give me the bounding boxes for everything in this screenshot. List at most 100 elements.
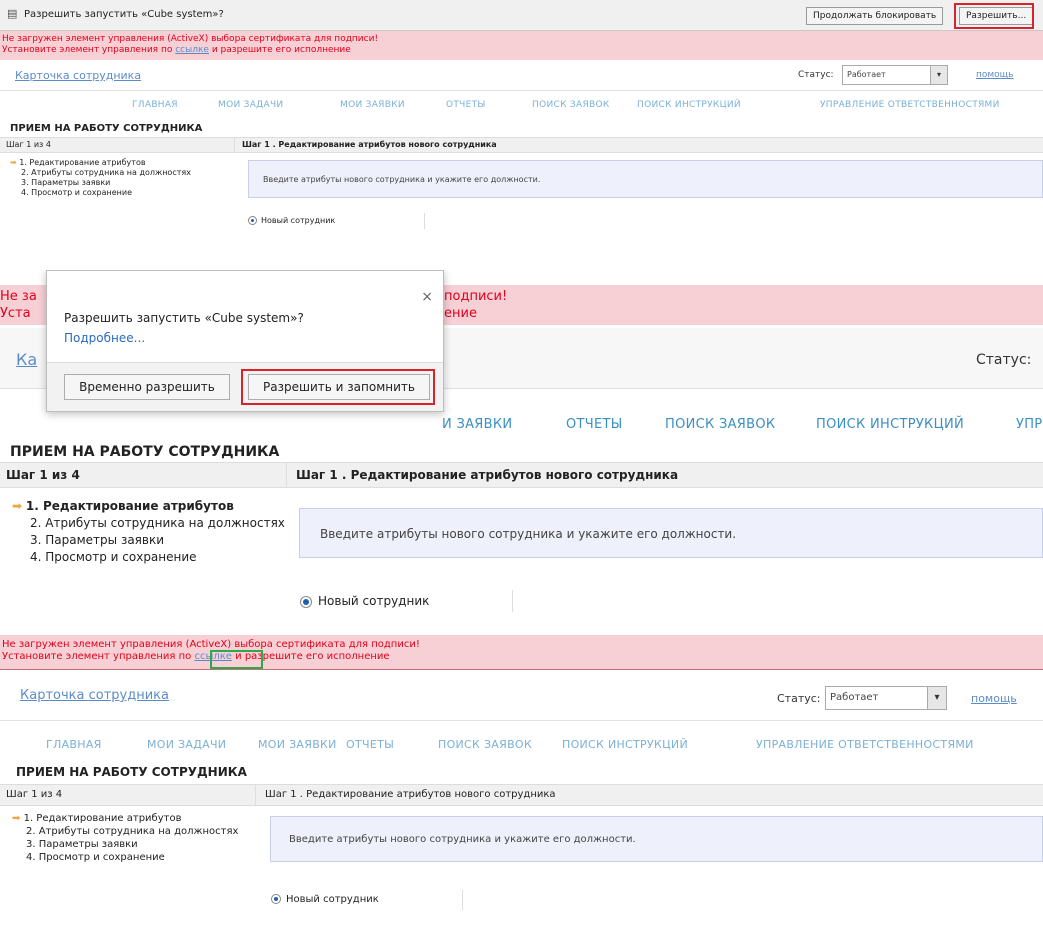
warning-line-2-before: Установите элемент управления по	[2, 45, 173, 55]
step-divider	[255, 785, 256, 805]
arrow-right-icon: ➡	[12, 499, 23, 513]
info-box: Введите атрибуты нового сотрудника и ука…	[299, 508, 1043, 558]
details-link[interactable]: Подробнее...	[64, 331, 145, 345]
card-title-link[interactable]: Ка	[16, 350, 37, 369]
dialog-footer: Временно разрешить Разрешить и запомнить	[47, 362, 443, 411]
nav-search-requests[interactable]: ПОИСК ЗАЯВОК	[532, 100, 610, 110]
plugin-icon: ▤	[7, 7, 18, 20]
card-header: Карточка сотрудника Статус: Работает ▾ п…	[0, 672, 1043, 721]
radio-new-employee[interactable]: Новый сотрудник	[294, 590, 513, 612]
nav-reports[interactable]: ОТЧЕТЫ	[566, 417, 623, 432]
step-heading: Шаг 1 . Редактирование атрибутов нового …	[265, 789, 556, 800]
page-title: ПРИЕМ НА РАБОТУ СОТРУДНИКА	[10, 444, 280, 460]
help-link[interactable]: помощь	[971, 692, 1017, 705]
nav-search-instructions[interactable]: ПОИСК ИНСТРУКЦИЙ	[637, 100, 741, 110]
allow-temporarily-button[interactable]: Временно разрешить	[64, 374, 230, 400]
highlight-frame	[954, 3, 1034, 29]
step-item-3[interactable]: 3. Параметры заявки	[12, 838, 238, 851]
nav-search-requests[interactable]: ПОИСК ЗАЯВОК	[665, 417, 775, 432]
dialog-question: Разрешить запустить «Cube system»?	[64, 311, 304, 325]
step-item-4[interactable]: 4. Просмотр и сохранение	[10, 188, 191, 198]
info-bar-text: Разрешить запустить «Cube system»?	[24, 9, 224, 20]
nav-reports[interactable]: ОТЧЕТЫ	[446, 100, 486, 110]
nav-my-requests[interactable]: МОИ ЗАЯВКИ	[258, 738, 337, 751]
steps-list: ➡ 1. Редактирование атрибутов 2. Атрибут…	[12, 812, 238, 864]
radio-label: Новый сотрудник	[318, 594, 430, 608]
nav-my-requests[interactable]: МОИ ЗАЯВКИ	[340, 100, 405, 110]
step-item-3[interactable]: 3. Параметры заявки	[12, 532, 285, 549]
activex-warning: Не загружен элемент управления (ActiveX)…	[0, 31, 1043, 61]
nav-home[interactable]: ГЛАВНАЯ	[46, 738, 102, 751]
nav-reports[interactable]: ОТЧЕТЫ	[346, 738, 394, 751]
highlight-frame-green	[210, 650, 263, 669]
warning-right-2: ение	[444, 306, 477, 321]
step-item-1[interactable]: ➡ 1. Редактирование атрибутов	[10, 158, 191, 168]
chevron-down-icon: ▾	[927, 687, 946, 709]
panel-top: ▤ Разрешить запустить «Cube system»? Про…	[0, 0, 1043, 250]
steps-list: ➡ 1. Редактирование атрибутов 2. Атрибут…	[12, 498, 285, 566]
main-nav: ГЛАВНАЯ МОИ ЗАДАЧИ МОИ ЗАЯВКИ ОТЧЕТЫ ПОИ…	[0, 100, 1043, 118]
nav-home[interactable]: ГЛАВНАЯ	[132, 100, 178, 110]
step-item-1[interactable]: ➡ 1. Редактирование атрибутов	[12, 498, 285, 515]
step-divider	[286, 463, 287, 487]
radio-selected-icon	[300, 595, 312, 608]
status-select[interactable]: Работает ▾	[825, 686, 947, 710]
main-nav: ГЛАВНАЯ МОИ ЗАДАЧИ МОИ ЗАЯВКИ ОТЧЕТЫ ПОИ…	[0, 738, 1043, 756]
radio-new-employee[interactable]: Новый сотрудник	[244, 213, 425, 229]
radio-label: Новый сотрудник	[261, 216, 336, 225]
radio-selected-icon	[271, 894, 281, 904]
nav-my-tasks[interactable]: МОИ ЗАДАЧИ	[147, 738, 226, 751]
arrow-right-icon: ➡	[12, 813, 21, 824]
step-item-2[interactable]: 2. Атрибуты сотрудника на должностях	[10, 168, 191, 178]
nav-responsibility[interactable]: УПР	[1016, 417, 1042, 432]
warning-left-1: Не за	[0, 289, 37, 304]
step-item-3[interactable]: 3. Параметры заявки	[10, 178, 191, 188]
main-nav-partial: И ЗАЯВКИ ОТЧЕТЫ ПОИСК ЗАЯВОК ПОИСК ИНСТР…	[0, 417, 1043, 437]
warning-line-2-after: и разрешите его исполнение	[211, 45, 351, 55]
warning-line-1: Не загружен элемент управления (ActiveX)…	[2, 639, 420, 650]
nav-responsibility[interactable]: УПРАВЛЕНИЕ ОТВЕТСТВЕННОСТЯМИ	[820, 100, 1000, 110]
nav-search-instructions[interactable]: ПОИСК ИНСТРУКЦИЙ	[816, 417, 964, 432]
warning-left-2: Уста	[0, 306, 31, 321]
nav-my-tasks[interactable]: МОИ ЗАДАЧИ	[218, 100, 283, 110]
step-item-4[interactable]: 4. Просмотр и сохранение	[12, 549, 285, 566]
info-box: Введите атрибуты нового сотрудника и ука…	[270, 816, 1043, 862]
step-item-2[interactable]: 2. Атрибуты сотрудника на должностях	[12, 825, 238, 838]
step-item-4[interactable]: 4. Просмотр и сохранение	[12, 851, 238, 864]
card-title-link[interactable]: Карточка сотрудника	[15, 69, 141, 82]
info-box: Введите атрибуты нового сотрудника и ука…	[248, 160, 1043, 198]
nav-responsibility[interactable]: УПРАВЛЕНИЕ ОТВЕТСТВЕННОСТЯМИ	[756, 738, 974, 751]
install-link[interactable]: ссылке	[175, 45, 209, 55]
step-item-1[interactable]: ➡ 1. Редактирование атрибутов	[12, 812, 238, 825]
help-link[interactable]: помощь	[976, 70, 1013, 80]
arrow-right-icon: ➡	[10, 158, 17, 167]
step-bar: Шаг 1 из 4 Шаг 1 . Редактирование атрибу…	[0, 784, 1043, 806]
nav-search-requests[interactable]: ПОИСК ЗАЯВОК	[438, 738, 532, 751]
warning-right-1: подписи!	[444, 289, 508, 304]
radio-new-employee[interactable]: Новый сотрудник	[266, 890, 463, 910]
permission-dialog: × Разрешить запустить «Cube system»? Под…	[46, 270, 444, 412]
highlight-frame	[241, 369, 435, 405]
nav-search-instructions[interactable]: ПОИСК ИНСТРУКЦИЙ	[562, 738, 688, 751]
steps-list: ➡ 1. Редактирование атрибутов 2. Атрибут…	[10, 158, 191, 198]
card-title-link[interactable]: Карточка сотрудника	[20, 688, 169, 703]
warning-line-1: Не загружен элемент управления (ActiveX)…	[2, 34, 379, 44]
status-value: Работает	[830, 692, 879, 703]
close-icon[interactable]: ×	[421, 289, 433, 305]
panel-middle: Не за Уста подписи! ение Ка Статус: И ЗА…	[0, 270, 1043, 615]
step-counter: Шаг 1 из 4	[6, 140, 51, 149]
step-counter: Шаг 1 из 4	[6, 789, 63, 800]
status-value: Работает	[847, 70, 886, 79]
activex-warning: Не загружен элемент управления (ActiveX)…	[0, 635, 1043, 670]
status-label: Статус:	[976, 352, 1032, 368]
status-select[interactable]: Работает ▾	[842, 65, 948, 85]
continue-blocking-button[interactable]: Продолжать блокировать	[806, 7, 944, 25]
step-bar: Шаг 1 из 4 Шаг 1 . Редактирование атрибу…	[0, 462, 1043, 488]
page-title: ПРИЕМ НА РАБОТУ СОТРУДНИКА	[16, 765, 247, 779]
nav-my-requests[interactable]: И ЗАЯВКИ	[442, 417, 512, 432]
status-label: Статус:	[777, 692, 821, 705]
warning-line-2-before: Установите элемент управления по	[2, 651, 192, 662]
step-item-2[interactable]: 2. Атрибуты сотрудника на должностях	[12, 515, 285, 532]
status-label: Статус:	[798, 70, 834, 80]
step-divider	[234, 138, 235, 152]
